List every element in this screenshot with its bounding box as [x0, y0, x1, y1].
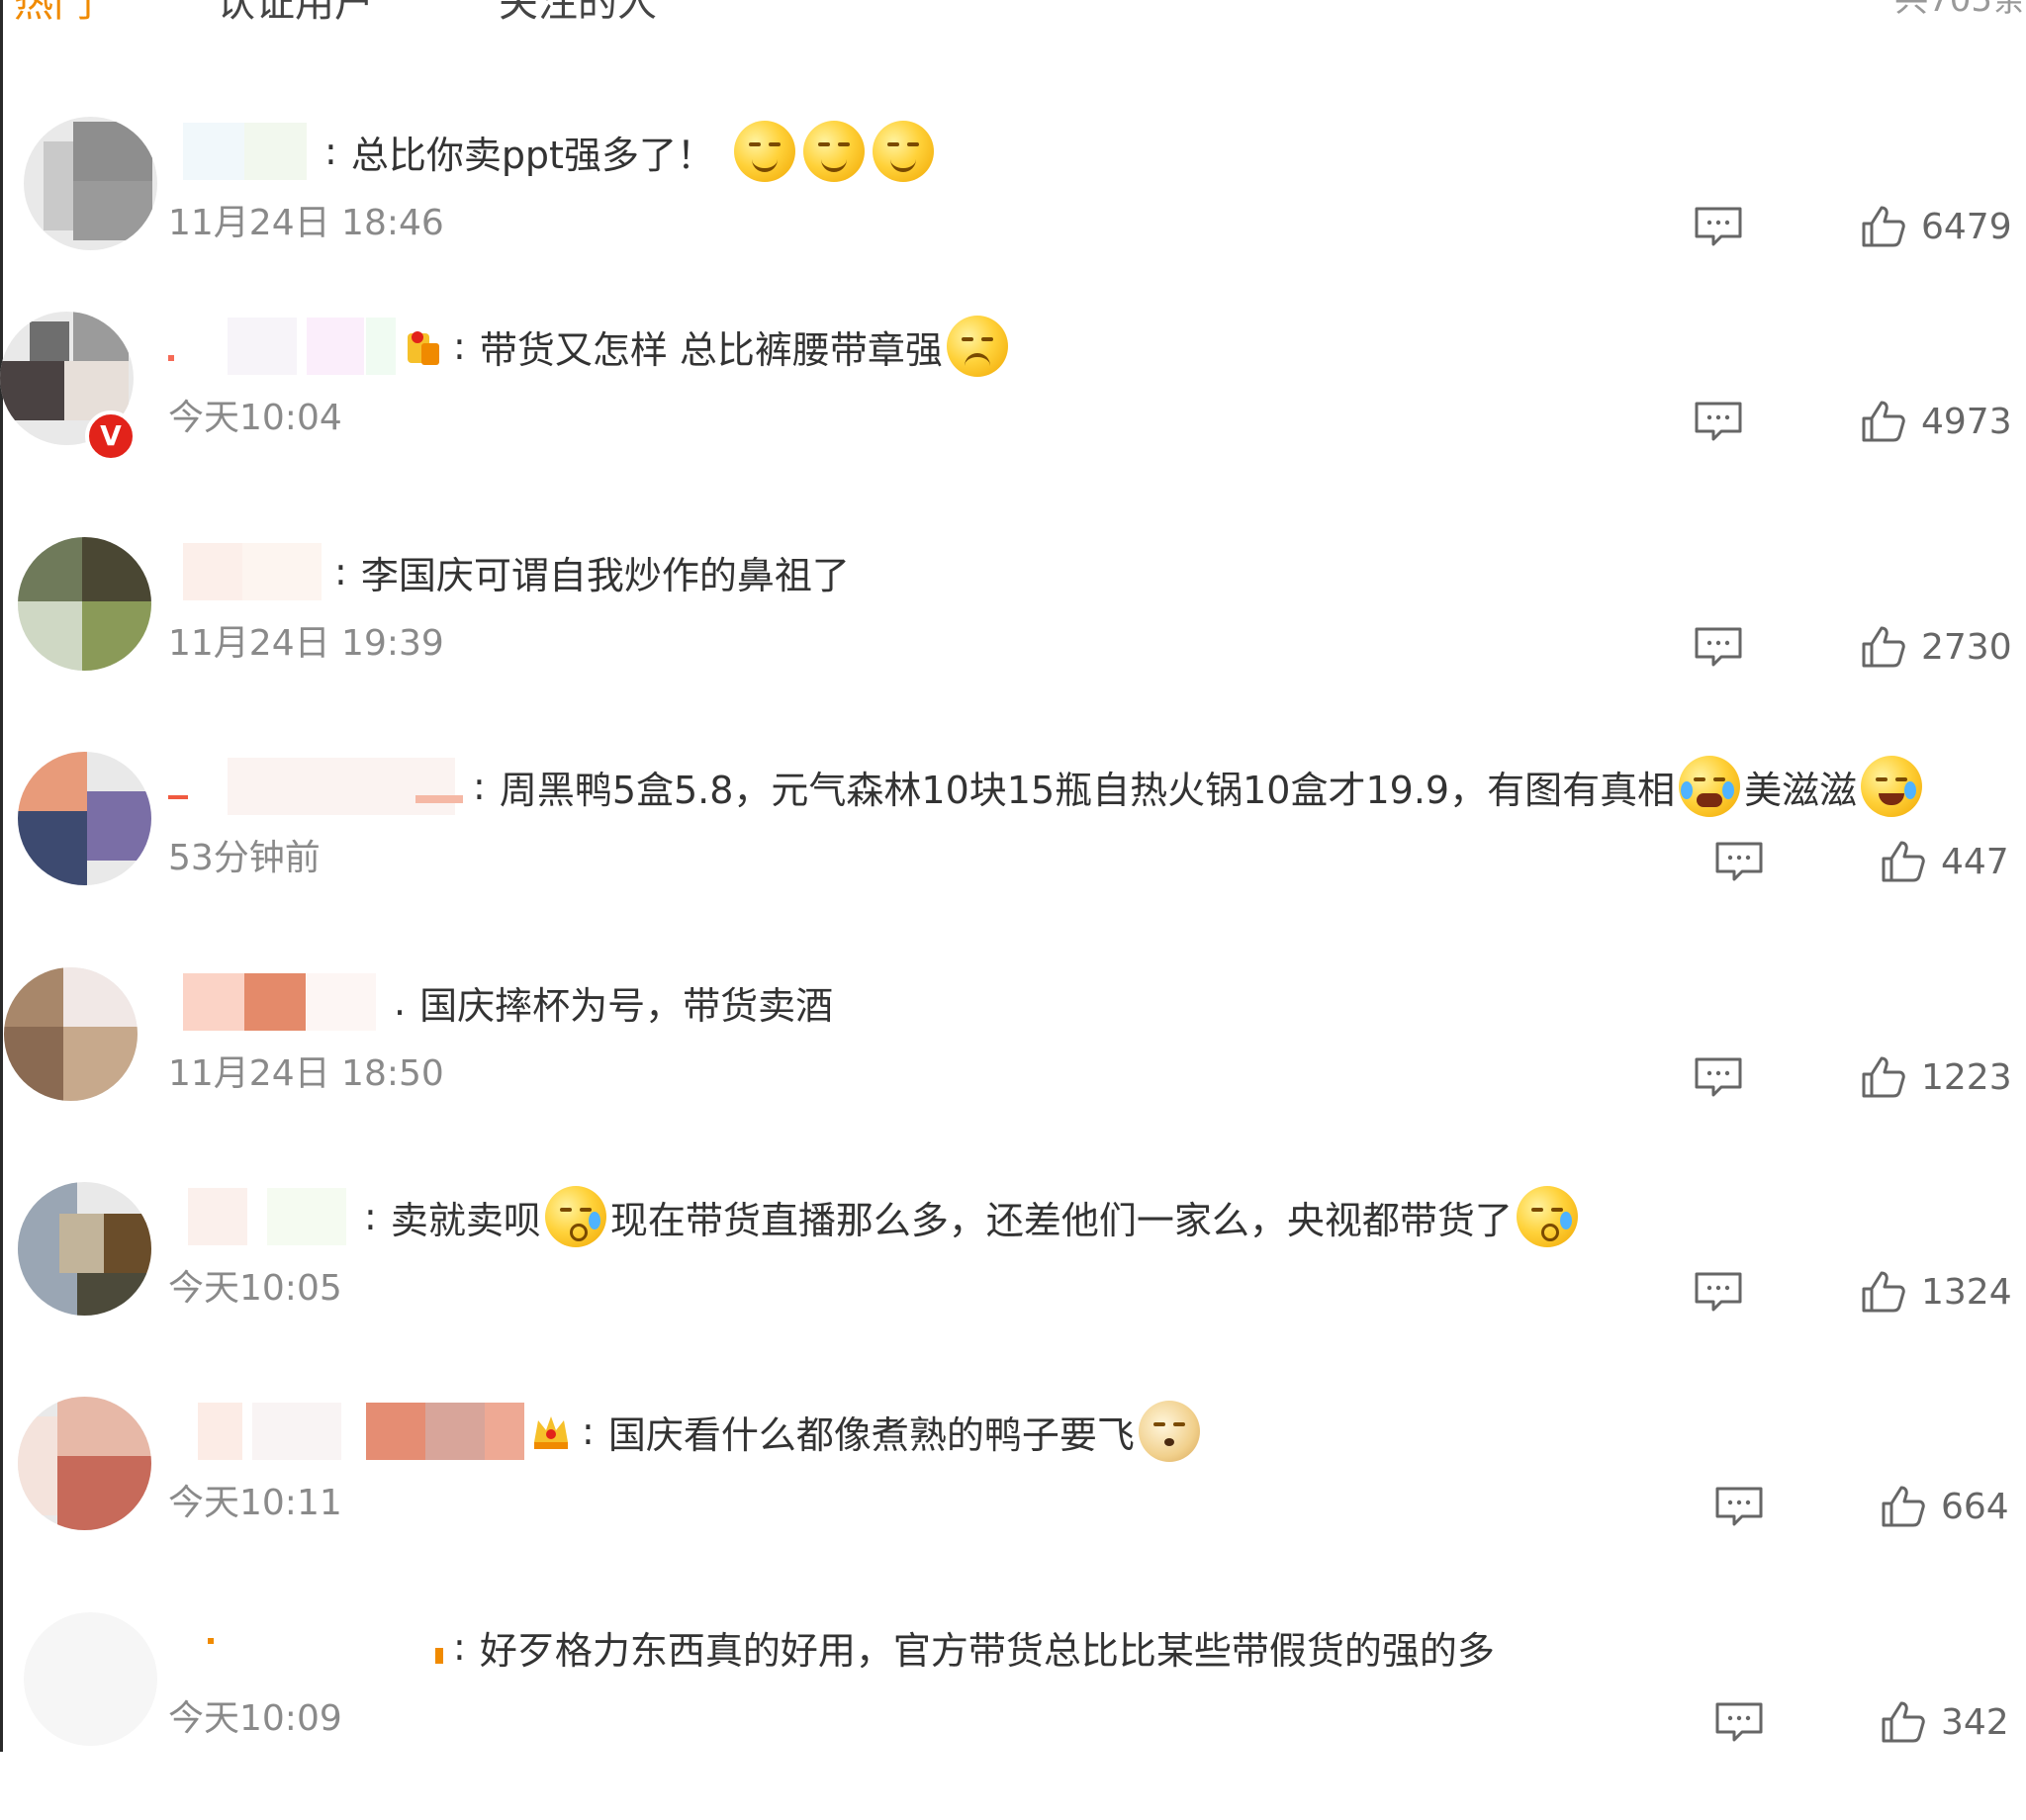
like-count: 664 — [1941, 1486, 2009, 1527]
verified-badge: V — [85, 410, 137, 462]
like-button[interactable]: 447 — [1880, 837, 2009, 886]
comment-filter-tabs: 热门 认证用户 关注的人 共705条 — [0, 0, 2026, 38]
like-count: 4973 — [1921, 401, 2012, 442]
thinking-emoji — [946, 316, 1008, 377]
username-blurred[interactable] — [168, 758, 465, 815]
smile-emoji — [872, 121, 934, 182]
username-blurred[interactable] — [168, 1188, 356, 1245]
like-count: 1223 — [1921, 1056, 2012, 1098]
laughing-emoji — [1861, 756, 1923, 817]
crown-medal-icon — [528, 1409, 574, 1454]
comment-text-continued: 现在带货直播那么多，还差他们一家么，央视都带货了 — [609, 1198, 1513, 1242]
crying-emoji — [1679, 756, 1741, 817]
username-separator: : — [582, 1410, 595, 1453]
sweat-emoji — [1516, 1186, 1578, 1247]
like-button[interactable]: 342 — [1880, 1697, 2009, 1747]
comment-item: : 卖就卖呗 现在带货直播那么多，还差他们一家么，央视都带货了 今天10:05 … — [0, 1182, 2026, 1390]
username-blurred[interactable] — [168, 1618, 445, 1676]
smile-emoji — [733, 121, 795, 182]
comment-item: : 好歹格力东西真的好用，官方带货总比比某些带假货的强的多 今天10:09 34… — [0, 1612, 2026, 1820]
comment-time: 今天10:11 — [168, 1483, 342, 1523]
tab-hot[interactable]: 热门 — [14, 0, 93, 28]
reply-icon[interactable] — [1714, 1701, 1764, 1743]
comment-item: . 国庆摔杯为号，带货卖酒 11月24日 18:50 1223 — [0, 967, 2026, 1175]
like-button[interactable]: 664 — [1880, 1482, 2009, 1531]
reply-icon[interactable] — [1694, 1056, 1743, 1098]
thumbs-up-icon — [1882, 1486, 1925, 1527]
avatar[interactable] — [18, 1182, 151, 1316]
comment-item: : 周黑鸭5盒5.8，元气森林10块15瓶自热火锅10盒才19.9，有图有真相 … — [0, 752, 2026, 959]
like-count: 447 — [1941, 841, 2009, 882]
comment-time: 53分钟前 — [168, 838, 321, 878]
username-blurred[interactable] — [168, 1403, 524, 1460]
reply-icon[interactable] — [1714, 1486, 1764, 1527]
avatar[interactable] — [18, 537, 151, 671]
thumbs-up-icon — [1882, 1701, 1925, 1743]
doge-emoji — [1138, 1401, 1200, 1462]
reply-icon[interactable] — [1694, 1271, 1743, 1313]
username-blurred[interactable] — [168, 123, 317, 180]
like-count: 6479 — [1921, 206, 2012, 247]
username-blurred[interactable] — [168, 543, 326, 600]
like-button[interactable]: 1324 — [1860, 1267, 2012, 1317]
comment-item: : 国庆看什么都像煮熟的鸭子要飞 今天10:11 664 — [0, 1397, 2026, 1604]
like-button[interactable]: 4973 — [1860, 397, 2012, 446]
username-separator: : — [453, 324, 466, 368]
comment-item: : 李国庆可谓自我炒作的鼻祖了 11月24日 19:39 2730 — [0, 537, 2026, 745]
like-count: 1324 — [1921, 1271, 2012, 1313]
comment-time: 11月24日 18:46 — [168, 203, 444, 243]
username-separator: : — [334, 550, 347, 593]
sweat-emoji — [544, 1186, 606, 1247]
comment-text-continued: 美滋滋 — [1744, 768, 1858, 812]
reply-icon[interactable] — [1694, 206, 1743, 247]
like-button[interactable]: 6479 — [1860, 202, 2012, 251]
comment-time: 11月24日 18:50 — [168, 1053, 444, 1094]
tab-following[interactable]: 关注的人 — [499, 0, 657, 28]
like-button[interactable]: 1223 — [1860, 1052, 2012, 1102]
comment-time: 11月24日 19:39 — [168, 623, 444, 664]
smile-emoji — [802, 121, 865, 182]
comment-text: 卖就卖呗 — [390, 1198, 541, 1242]
username-separator: : — [473, 765, 486, 808]
comment-text: 国庆摔杯为号，带货卖酒 — [419, 983, 834, 1028]
comment-item: : 总比你卖ppt强多了！ 11月24日 18:46 6479 — [0, 117, 2026, 324]
comment-text: 李国庆可谓自我炒作的鼻祖了 — [360, 553, 850, 597]
fan-medal-icon — [400, 323, 445, 369]
avatar[interactable] — [18, 1397, 151, 1530]
avatar[interactable] — [24, 117, 157, 250]
comment-time: 今天10:09 — [168, 1698, 342, 1739]
thumbs-up-icon — [1862, 206, 1905, 247]
comment-text: 总比你卖ppt强多了！ — [350, 133, 714, 177]
comment-text: 周黑鸭5盒5.8，元气森林10块15瓶自热火锅10盒才19.9，有图有真相 — [499, 768, 1676, 812]
username-separator: : — [364, 1195, 377, 1238]
like-button[interactable]: 2730 — [1860, 622, 2012, 672]
username-separator: : — [453, 1625, 466, 1669]
comment-time: 今天10:04 — [168, 398, 342, 438]
thumbs-up-icon — [1862, 1271, 1905, 1313]
username-blurred[interactable] — [168, 973, 386, 1031]
thumbs-up-icon — [1862, 401, 1905, 442]
thumbs-up-icon — [1862, 1056, 1905, 1098]
like-count: 2730 — [1921, 626, 2012, 668]
username-separator: . — [394, 980, 407, 1024]
thumbs-up-icon — [1862, 626, 1905, 668]
comment-text: 带货又怎样 总比裤腰带章强 — [479, 327, 943, 372]
like-count: 342 — [1941, 1701, 2009, 1743]
comment-total-count: 共705条 — [1894, 0, 2026, 20]
comment-text: 国庆看什么都像煮熟的鸭子要飞 — [607, 1412, 1135, 1457]
reply-icon[interactable] — [1694, 626, 1743, 668]
avatar[interactable] — [4, 967, 138, 1101]
avatar[interactable] — [24, 1612, 157, 1746]
comment-time: 今天10:05 — [168, 1268, 342, 1309]
reply-icon[interactable] — [1714, 841, 1764, 882]
tab-verified-users[interactable]: 认证用户 — [216, 0, 374, 28]
comment-item: V : 带货又怎样 总比裤腰带章强 今天10:04 4973 — [0, 312, 2026, 519]
comment-text: 好歹格力东西真的好用，官方带货总比比某些带假货的强的多 — [479, 1628, 1495, 1673]
username-blurred[interactable] — [168, 318, 396, 375]
reply-icon[interactable] — [1694, 401, 1743, 442]
avatar[interactable] — [18, 752, 151, 885]
username-separator: : — [324, 130, 337, 173]
thumbs-up-icon — [1882, 841, 1925, 882]
